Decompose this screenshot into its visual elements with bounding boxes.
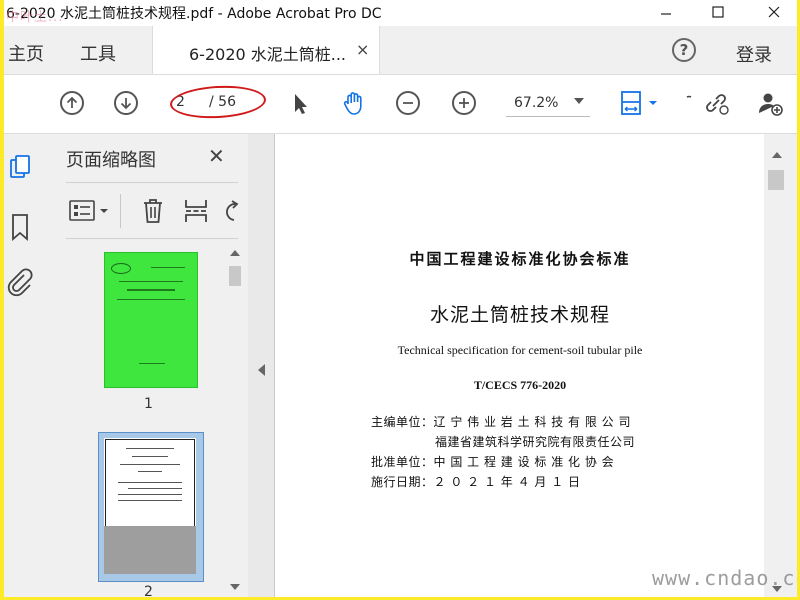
thumbnail-scrollbar[interactable] bbox=[226, 244, 244, 597]
window-title: 6-2020 水泥土筒桩技术规程.pdf - Adobe Acrobat Pro… bbox=[6, 6, 382, 22]
divider bbox=[66, 238, 238, 239]
close-icon bbox=[768, 6, 780, 18]
scroll-up-icon[interactable] bbox=[772, 152, 782, 158]
zoom-dropdown[interactable]: 67.2% bbox=[506, 92, 590, 117]
doc-row: 批准单位：中 国 工 程 建 设 标 准 化 协 会 bbox=[371, 453, 614, 470]
add-user-icon[interactable] bbox=[756, 89, 784, 117]
doc-row-label: 施行日期： bbox=[371, 475, 434, 489]
thumb-line bbox=[119, 281, 183, 282]
thumbnail-number: 1 bbox=[144, 396, 153, 412]
thumb-line bbox=[118, 494, 182, 495]
login-button[interactable]: 登录 bbox=[736, 41, 772, 67]
thumb-line bbox=[117, 299, 185, 300]
bookmark-icon[interactable] bbox=[8, 212, 32, 242]
page-thumbnail-2[interactable] bbox=[104, 438, 196, 574]
panel-splitter[interactable] bbox=[248, 134, 274, 597]
thumb-line bbox=[132, 456, 168, 457]
thumb-line bbox=[120, 464, 180, 465]
app-window: 6-2020 水泥土筒桩技术规程.pdf - Adobe Acrobat Pro… bbox=[4, 0, 797, 597]
tab-bar: 主页 工具 6-2020 水泥土筒桩... × ? 登录 bbox=[4, 26, 797, 75]
thumbnail-list: 1 2 bbox=[48, 244, 226, 597]
doc-row-value: 福建省建筑科学研究院有限责任公司 bbox=[435, 435, 636, 449]
scroll-down-icon[interactable] bbox=[230, 584, 240, 590]
collapse-panel-icon[interactable] bbox=[258, 364, 265, 376]
page-thumbnail-1[interactable] bbox=[104, 252, 198, 388]
thumb-line bbox=[128, 488, 182, 489]
maximize-icon bbox=[712, 6, 724, 18]
annotation-circle bbox=[169, 83, 267, 121]
delete-icon[interactable] bbox=[140, 196, 166, 226]
next-page-icon bbox=[120, 98, 132, 110]
doc-row: 施行日期：２ ０ ２ １ 年 ４ 月 １ 日 bbox=[371, 473, 581, 490]
select-tool-icon[interactable] bbox=[286, 89, 314, 117]
minimize-button[interactable] bbox=[644, 0, 688, 24]
zoom-out-icon bbox=[403, 102, 413, 104]
thumb-line bbox=[139, 363, 165, 364]
thumbnail-number: 2 bbox=[144, 584, 153, 597]
tab-home[interactable]: 主页 bbox=[8, 40, 44, 66]
scrollbar-thumb[interactable] bbox=[229, 266, 241, 286]
doc-standard-code: T/CECS 776-2020 bbox=[473, 378, 567, 392]
thumb-frame bbox=[105, 439, 195, 527]
next-page-button[interactable] bbox=[114, 91, 138, 115]
close-window-button[interactable] bbox=[752, 0, 796, 24]
zoom-in-icon bbox=[459, 98, 469, 108]
doc-row-value: ２ ０ ２ １ 年 ４ 月 １ 日 bbox=[433, 475, 581, 489]
doc-english-title: Technical specification for cement-soil … bbox=[397, 343, 643, 357]
zoom-in-button[interactable] bbox=[452, 91, 476, 115]
zoom-out-button[interactable] bbox=[396, 91, 420, 115]
thumb-line bbox=[126, 448, 174, 449]
prev-page-button[interactable] bbox=[60, 91, 84, 115]
thumb-line bbox=[118, 482, 182, 483]
attachment-icon[interactable] bbox=[6, 268, 34, 298]
doc-row: 福建省建筑科学研究院有限责任公司 bbox=[371, 433, 635, 450]
divider bbox=[120, 194, 121, 228]
rotate-icon[interactable] bbox=[222, 198, 242, 224]
maximize-button[interactable] bbox=[696, 0, 740, 24]
doc-row-label: 批准单位： bbox=[371, 455, 434, 469]
main-toolbar: 2 / 56 67.2% bbox=[4, 75, 797, 134]
doc-row-value: 辽 宁 伟 业 岩 土 科 技 有 限 公 司 bbox=[433, 415, 631, 429]
link-icon[interactable] bbox=[702, 89, 730, 117]
thumb-line bbox=[138, 471, 162, 472]
toolbar-separator-icon bbox=[686, 95, 692, 98]
thumb-gray-area bbox=[104, 526, 196, 574]
panel-close-icon[interactable]: ✕ bbox=[208, 144, 225, 168]
tab-close-icon[interactable]: × bbox=[356, 40, 369, 59]
hand-tool-icon[interactable] bbox=[340, 89, 368, 117]
navigation-rail bbox=[4, 134, 49, 597]
doc-row-label: 主编单位： bbox=[371, 415, 434, 429]
insert-page-icon[interactable] bbox=[182, 196, 210, 226]
doc-row: 主编单位：辽 宁 伟 业 岩 土 科 技 有 限 公 司 bbox=[371, 413, 631, 430]
thumb-line bbox=[118, 500, 182, 501]
doc-header: 中国工程建设标准化协会标准 bbox=[409, 250, 631, 268]
thumb-line bbox=[127, 289, 175, 291]
doc-row-value: 中 国 工 程 建 设 标 准 化 协 会 bbox=[433, 455, 615, 469]
thumbnail-options-icon[interactable] bbox=[68, 198, 114, 224]
panel-toolbar bbox=[48, 186, 248, 236]
minimize-icon bbox=[661, 13, 671, 15]
scroll-up-icon[interactable] bbox=[230, 250, 240, 256]
document-page: 中国工程建设标准化协会标准 水泥土筒桩技术规程 Technical specif… bbox=[274, 134, 765, 597]
divider bbox=[66, 182, 238, 183]
title-bar: 6-2020 水泥土筒桩技术规程.pdf - Adobe Acrobat Pro… bbox=[4, 0, 797, 26]
tab-document[interactable]: 6-2020 水泥土筒桩... × bbox=[152, 26, 380, 74]
prev-page-icon bbox=[66, 96, 78, 108]
thumb-line bbox=[151, 267, 185, 268]
page-fit-icon[interactable] bbox=[616, 89, 662, 117]
tab-document-label: 6-2020 水泥土筒桩... bbox=[189, 45, 347, 64]
cecs-logo-icon bbox=[111, 263, 131, 274]
chevron-down-icon bbox=[574, 98, 584, 104]
help-icon[interactable]: ? bbox=[672, 38, 696, 62]
scrollbar-thumb[interactable] bbox=[768, 170, 784, 190]
page-thumbnails-icon[interactable] bbox=[6, 154, 34, 182]
watermark: www.cndao.com bbox=[652, 566, 797, 590]
zoom-value: 67.2% bbox=[514, 95, 559, 111]
tab-tools[interactable]: 工具 bbox=[80, 40, 116, 66]
doc-title: 水泥土筒桩技术规程 bbox=[429, 304, 610, 326]
panel-title: 页面缩略图 bbox=[66, 150, 156, 171]
thumbnails-panel: 页面缩略图 ✕ 1 2 bbox=[48, 134, 249, 597]
document-scrollbar[interactable] bbox=[764, 134, 797, 597]
